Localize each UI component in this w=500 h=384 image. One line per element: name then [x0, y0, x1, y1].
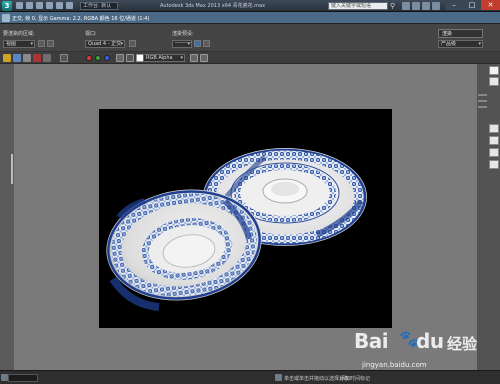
blue-channel-icon[interactable] [104, 55, 110, 61]
enable-channel-icon[interactable] [60, 54, 68, 62]
search-icon[interactable]: ⚲ [390, 2, 398, 10]
maxscript-mini-listener[interactable] [8, 374, 38, 382]
panel-divider-3 [478, 106, 487, 108]
area-to-render-dropdown[interactable]: 视图 ▾ [3, 40, 35, 48]
maximize-button[interactable]: □ [463, 0, 481, 10]
toggle-ui-icon[interactable] [200, 54, 208, 62]
watermark-logo-du: du [416, 329, 444, 353]
chevron-down-icon: ▾ [478, 41, 481, 47]
app-titlebar: 3 工作台: 默认 Autodesk 3ds Max 2013 x64 青花瓷花… [0, 0, 500, 12]
auto-region-icon[interactable] [47, 40, 54, 47]
new-file-icon[interactable] [16, 2, 23, 9]
lock-selection-icon[interactable] [275, 374, 282, 381]
render-canvas[interactable] [99, 109, 392, 328]
rendered-plates-image [106, 148, 367, 311]
viewport-label: 视口: [85, 31, 97, 37]
area-to-render-value: 视图 [6, 41, 17, 47]
communication-center-icon[interactable] [412, 2, 420, 10]
display-alpha-icon[interactable] [116, 54, 124, 62]
panel-swatch-2[interactable] [489, 77, 499, 86]
area-to-render-label: 要渲染的区域: [3, 31, 35, 37]
clear-icon[interactable] [43, 54, 51, 62]
edit-region-icon[interactable] [38, 40, 45, 47]
add-time-tag[interactable]: 添加时间标记 [340, 375, 370, 382]
chevron-down-icon: ▾ [180, 55, 183, 61]
viewport-dropdown[interactable]: Quad 4 - 正交 ▾ [85, 40, 125, 48]
render-mode-dropdown[interactable]: 产品级 ▾ [438, 40, 483, 48]
render-button[interactable]: 渲染 [438, 29, 483, 38]
watermark-jingyan: 经验 [447, 335, 478, 353]
environment-effects-icon[interactable] [203, 40, 210, 47]
render-window-titlebar: 正交, 帧 0, 显示 Gamma: 2.2, RGBA 颜色 16 位/通道 … [0, 12, 500, 24]
panel-swatch-5[interactable] [489, 148, 499, 157]
chevron-down-icon: ▾ [120, 41, 123, 47]
undo-icon[interactable] [46, 2, 53, 9]
subscription-icon[interactable] [402, 2, 410, 10]
render-window-icon [2, 14, 10, 22]
panel-divider-2 [478, 100, 487, 102]
render-window-title: 正交, 帧 0, 显示 Gamma: 2.2, RGBA 颜色 16 位/通道 … [12, 16, 150, 22]
save-file-icon[interactable] [36, 2, 43, 9]
panel-swatch-4[interactable] [489, 136, 499, 145]
panel-swatch-1[interactable] [489, 66, 499, 75]
render-mode-value: 产品级 [441, 41, 457, 47]
chevron-down-icon: ▾ [30, 41, 33, 47]
project-folder-icon[interactable] [66, 2, 73, 9]
render-toolbar: RGB Alpha ▾ [0, 52, 500, 64]
workspace-select[interactable]: 工作台: 默认 [80, 2, 118, 10]
minimize-button[interactable]: – [445, 0, 463, 10]
left-scrollbar[interactable] [11, 154, 13, 184]
redo-icon[interactable] [56, 2, 63, 9]
green-channel-icon[interactable] [95, 55, 101, 61]
lock-viewport-icon[interactable] [129, 40, 136, 47]
save-image-icon[interactable] [3, 54, 11, 62]
app-title: Autodesk 3ds Max 2013 x64 青花瓷花.max [160, 3, 266, 9]
copy-image-icon[interactable] [13, 54, 21, 62]
toggle-ui-overlay-icon[interactable] [190, 54, 198, 62]
maxscript-listener-icon[interactable] [1, 374, 8, 381]
viewport-value: Quad 4 - 正交 [88, 41, 122, 47]
close-button[interactable]: ✕ [481, 0, 500, 10]
watermark-logo: Bai [354, 329, 389, 353]
channel-display-dropdown[interactable]: RGB Alpha ▾ [143, 54, 185, 62]
open-file-icon[interactable] [26, 2, 33, 9]
red-channel-icon[interactable] [86, 55, 92, 61]
app-logo-icon[interactable]: 3 [2, 1, 12, 11]
channel-display-value: RGB Alpha [146, 55, 173, 61]
panel-divider-1 [478, 94, 487, 96]
baidu-watermark: Bai 🐾 du 经验 jingyan.baidu.com [352, 325, 492, 375]
panel-swatch-6[interactable] [489, 160, 499, 169]
left-panel [0, 64, 14, 370]
render-controls: 要渲染的区域: 视图 ▾ 视口: Quad 4 - 正交 ▾ 渲染预设: ▾ -… [0, 24, 500, 52]
render-setup-icon[interactable] [194, 40, 201, 47]
favorites-icon[interactable] [422, 2, 430, 10]
render-preset-value: -------------------- [175, 40, 191, 46]
help-icon[interactable] [432, 2, 440, 10]
monochrome-icon[interactable] [126, 54, 134, 62]
print-image-icon[interactable] [33, 54, 41, 62]
watermark-url: jingyan.baidu.com [362, 361, 427, 369]
search-input[interactable]: 键入关键字或短语 [328, 2, 388, 10]
clone-window-icon[interactable] [23, 54, 31, 62]
panel-swatch-3[interactable] [489, 124, 499, 133]
render-preset-label: 渲染预设: [172, 31, 194, 37]
